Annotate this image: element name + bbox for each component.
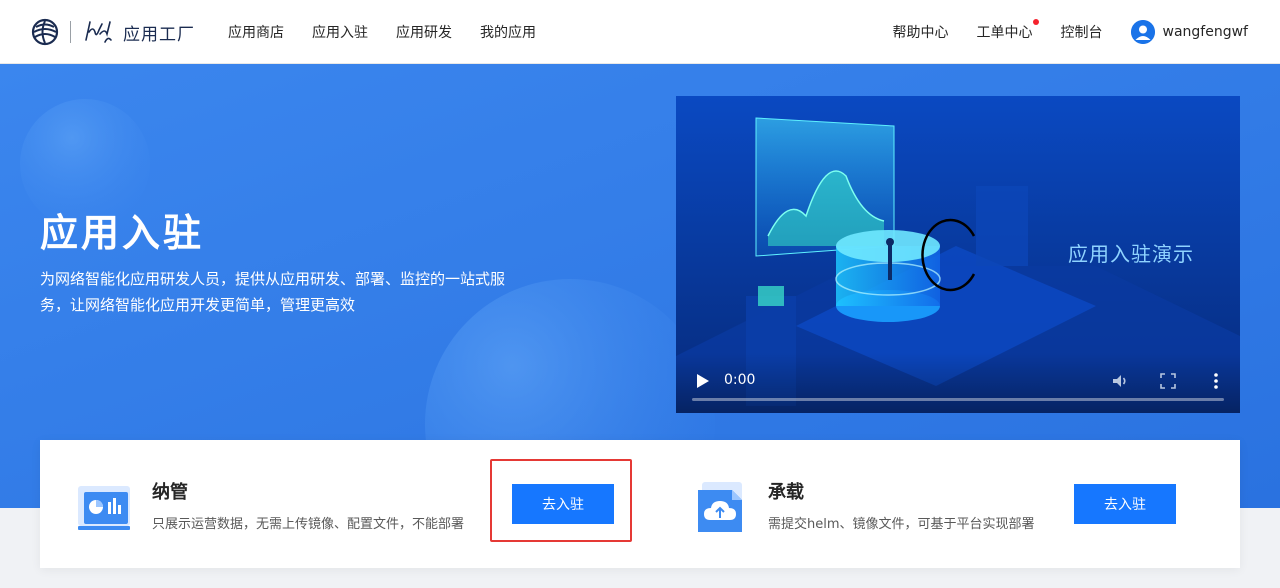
option-card-hosted: 承载 需提交helm、镜像文件，可基于平台实现部署 去入驻 [640, 440, 1240, 568]
fullscreen-icon[interactable] [1158, 371, 1178, 391]
video-time: 0:00 [724, 372, 756, 388]
video-progress-bar[interactable] [692, 398, 1224, 401]
logo-divider [70, 21, 71, 43]
video-caption: 应用入驻演示 [1068, 242, 1194, 266]
onboard-hosted-button[interactable]: 去入驻 [1074, 484, 1176, 524]
nav-app-development[interactable]: 应用研发 [396, 22, 452, 42]
hero-description: 为网络智能化应用研发人员，提供从应用研发、部署、监控的一站式服务，让网络智能化应… [40, 270, 506, 314]
user-nav: 帮助中心 工单中心 控制台 wangfengwf [865, 0, 1248, 64]
main-nav: 应用商店 应用入驻 应用研发 我的应用 [228, 0, 564, 64]
hero-title: 应用入驻 [40, 211, 205, 255]
user-menu[interactable]: wangfengwf [1130, 20, 1248, 44]
avatar [1130, 20, 1155, 44]
logo[interactable]: 应用工厂 [30, 16, 195, 48]
card-title-hosted: 承载 [768, 482, 804, 503]
demo-video-player[interactable]: 应用入驻演示 0:00 [676, 96, 1240, 413]
onboarding-options-panel: 纳管 只展示运营数据，无需上传镜像、配置文件，不能部署 去入驻 承载 需提交he… [40, 440, 1240, 568]
user-avatar-icon [1130, 20, 1155, 44]
chart-board-icon [78, 486, 130, 530]
volume-icon[interactable] [1110, 371, 1130, 391]
china-mobile-logo-icon [31, 18, 59, 46]
nav-help-center[interactable]: 帮助中心 [893, 22, 949, 42]
top-navigation-bar: 应用工厂 应用商店 应用入驻 应用研发 我的应用 帮助中心 工单中心 控制台 w… [0, 0, 1280, 64]
signature-logo-icon [85, 21, 112, 43]
nav-console[interactable]: 控制台 [1061, 22, 1103, 42]
option-card-managed: 纳管 只展示运营数据，无需上传镜像、配置文件，不能部署 去入驻 [40, 440, 640, 568]
nav-my-apps[interactable]: 我的应用 [480, 22, 536, 42]
nav-ticket-center[interactable]: 工单中心 [976, 19, 1039, 42]
nav-ticket-center-label: 工单中心 [976, 25, 1033, 41]
play-icon[interactable] [696, 373, 710, 389]
card-description-hosted: 需提交helm、镜像文件，可基于平台实现部署 [768, 517, 1035, 532]
video-controls: 0:00 [676, 353, 1240, 413]
card-description-managed: 只展示运营数据，无需上传镜像、配置文件，不能部署 [152, 517, 465, 532]
more-options-icon[interactable] [1206, 371, 1226, 391]
card-title-managed: 纳管 [152, 482, 188, 503]
nav-app-onboarding[interactable]: 应用入驻 [312, 22, 368, 42]
cloud-upload-icon [698, 482, 742, 532]
onboard-managed-button[interactable]: 去入驻 [512, 484, 614, 524]
notification-dot [1032, 19, 1039, 25]
logo-text: 应用工厂 [123, 24, 195, 45]
username: wangfengwf [1162, 24, 1248, 40]
nav-app-store[interactable]: 应用商店 [228, 22, 284, 42]
